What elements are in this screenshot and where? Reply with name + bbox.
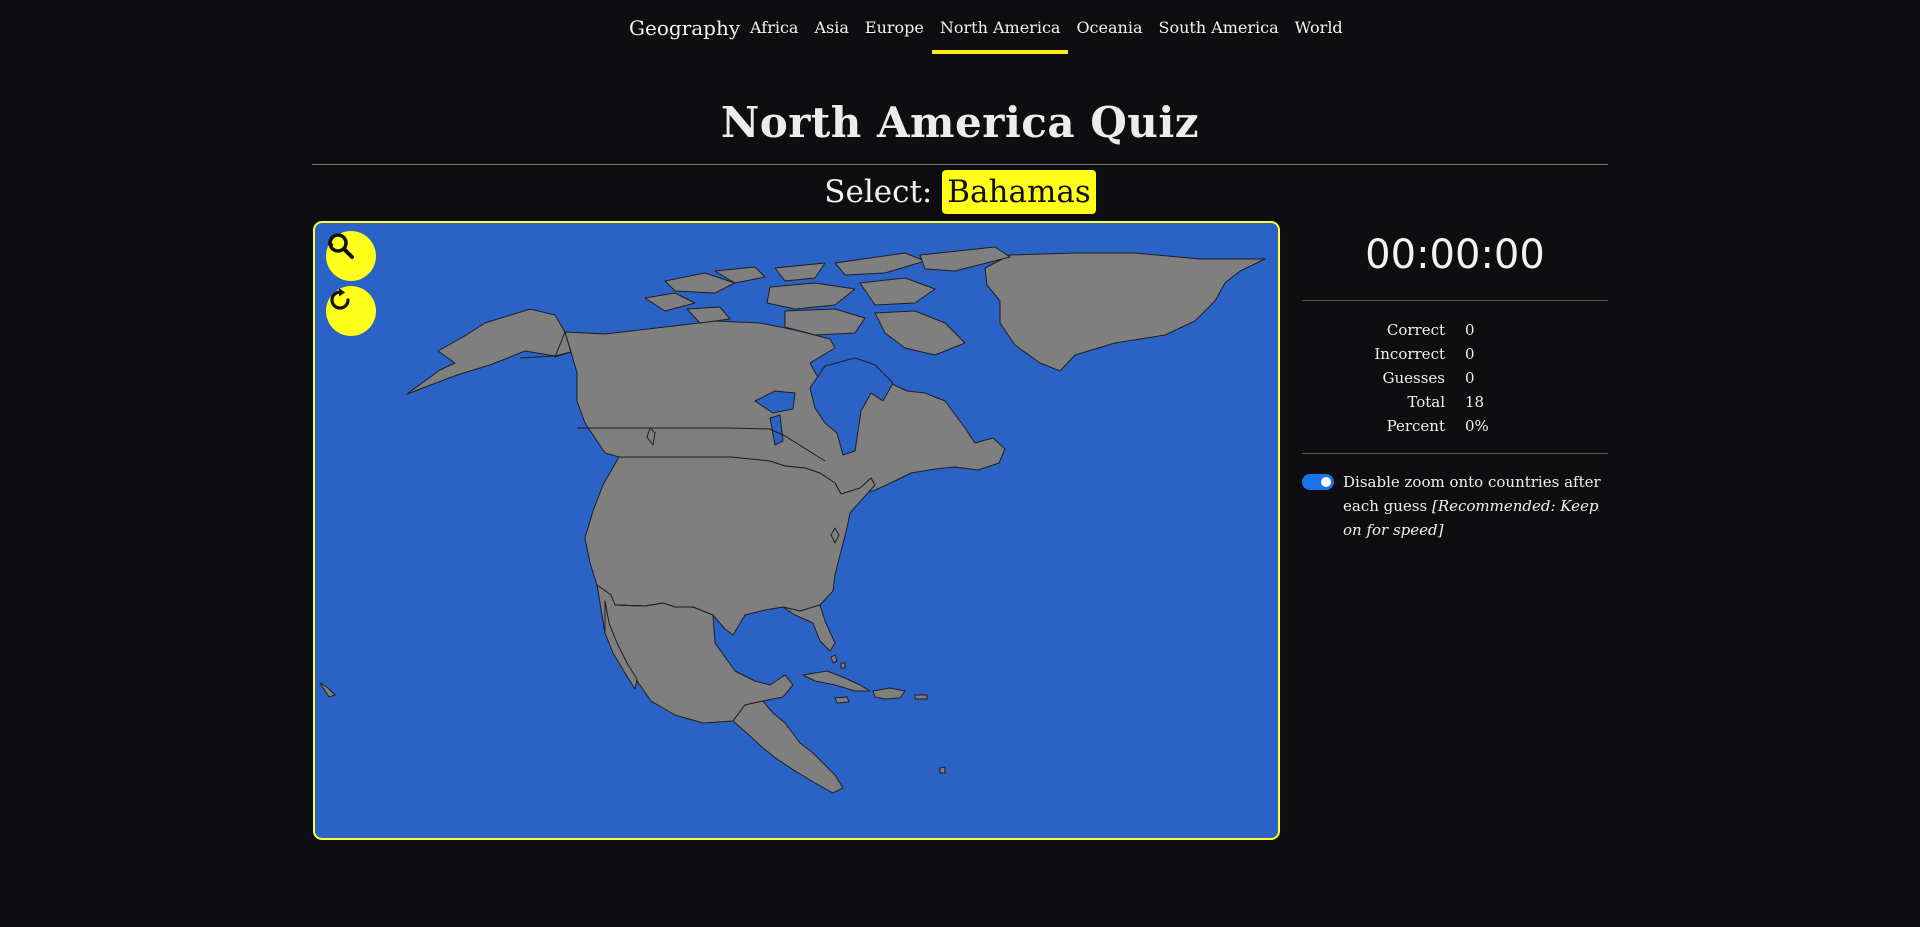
select-prefix: Select:	[824, 174, 933, 210]
stat-row-incorrect: Incorrect 0	[1302, 342, 1608, 366]
disable-zoom-toggle[interactable]	[1302, 474, 1334, 490]
zoom-button[interactable]	[326, 231, 376, 281]
country-jamaica	[834, 696, 850, 704]
country-bahamas	[830, 654, 846, 669]
stat-label: Percent	[1386, 417, 1445, 435]
quiz-map[interactable]	[313, 221, 1280, 840]
nav-link-world[interactable]: World	[1287, 0, 1351, 54]
timer-divider	[1302, 300, 1608, 301]
country-greenland	[984, 252, 1266, 372]
site-brand[interactable]: Geography	[629, 16, 740, 40]
stat-value: 0	[1465, 345, 1475, 363]
select-target: Bahamas	[942, 170, 1096, 214]
disable-zoom-label: Disable zoom onto countries after each g…	[1343, 470, 1608, 542]
stat-label: Total	[1407, 393, 1445, 411]
stat-row-guesses: Guesses 0	[1302, 366, 1608, 390]
stat-value: 0%	[1465, 417, 1489, 435]
country-usa-alaska	[406, 308, 572, 395]
nav-link-africa[interactable]: Africa	[742, 0, 806, 54]
nav-link-oceania[interactable]: Oceania	[1068, 0, 1150, 54]
zoom-search-icon	[327, 233, 354, 259]
stat-row-percent: Percent 0%	[1302, 414, 1608, 438]
stat-label: Incorrect	[1374, 345, 1445, 363]
stat-value: 0	[1465, 369, 1475, 387]
top-nav: Geography Africa Asia Europe North Ameri…	[0, 0, 1920, 56]
florida-peninsula	[782, 604, 836, 652]
toggle-knob	[1321, 477, 1331, 487]
title-divider	[312, 164, 1608, 165]
select-prompt: Select: Bahamas	[0, 170, 1920, 214]
stat-value: 18	[1465, 393, 1485, 411]
nav-link-north-america[interactable]: North America	[931, 0, 1069, 54]
reset-button[interactable]	[326, 286, 376, 336]
nav-links: Africa Asia Europe North America Oceania…	[742, 0, 1351, 54]
stat-row-correct: Correct 0	[1302, 318, 1608, 342]
stats-table: Correct 0 Incorrect 0 Guesses 0 Total 18…	[1302, 318, 1608, 438]
country-haiti-dr	[872, 687, 906, 700]
north-america-map[interactable]	[315, 223, 1280, 840]
central-america	[732, 700, 844, 794]
nav-link-asia[interactable]: Asia	[806, 0, 856, 54]
country-puerto-rico	[914, 694, 928, 700]
stats-divider	[1302, 453, 1608, 454]
stat-value: 0	[1465, 321, 1475, 339]
nav-link-europe[interactable]: Europe	[857, 0, 932, 54]
stat-label: Correct	[1386, 321, 1445, 339]
stat-label: Guesses	[1382, 369, 1446, 387]
refresh-icon	[330, 288, 350, 310]
nav-link-south-america[interactable]: South America	[1150, 0, 1286, 54]
country-cuba	[802, 670, 871, 692]
page-title: North America Quiz	[720, 98, 1200, 147]
disable-zoom-setting: Disable zoom onto countries after each g…	[1302, 470, 1608, 542]
quiz-timer: 00:00:00	[1365, 232, 1545, 278]
stat-row-total: Total 18	[1302, 390, 1608, 414]
